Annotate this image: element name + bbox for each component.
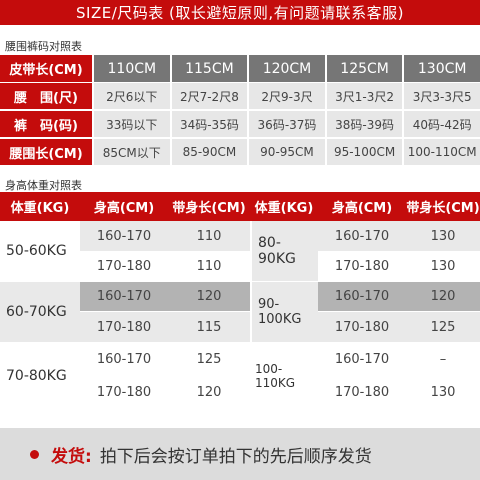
row-label: 裤 码(码) bbox=[0, 111, 92, 137]
weight-group-label: 50-60KG bbox=[0, 221, 80, 281]
table-cell: 110 bbox=[168, 221, 250, 251]
table-cell: 170-180 bbox=[80, 312, 168, 342]
table-cell: 90-95CM bbox=[249, 139, 325, 165]
table-cell: 85CM以下 bbox=[94, 139, 170, 165]
body-section-label: 身高体重对照表 bbox=[5, 179, 82, 192]
table-cell: 3尺3-3尺5 bbox=[404, 83, 480, 109]
table-cell: – bbox=[406, 343, 480, 376]
table-cell: 110CM bbox=[94, 55, 170, 82]
table-body: 50-60KG 160-170 110 170-180 110 60-70KG … bbox=[0, 221, 480, 409]
table-cell: 100-110CM bbox=[404, 139, 480, 165]
table-cell: 130 bbox=[406, 221, 480, 251]
table-cell: 2尺6以下 bbox=[94, 83, 170, 109]
shipping-text: 拍下后会按订单拍下的先后顺序发货 bbox=[99, 446, 372, 467]
weight-group-label: 70-80KG bbox=[0, 343, 80, 409]
table-cell: 160-170 bbox=[80, 282, 168, 311]
table-cell: 120 bbox=[168, 376, 250, 409]
table-cell: 170-180 bbox=[80, 376, 168, 409]
table-cell: 130 bbox=[406, 251, 480, 281]
table-cell: 40码-42码 bbox=[404, 111, 480, 137]
table-row: 皮带长(CM) 110CM 115CM 120CM 125CM 130CM bbox=[0, 55, 480, 82]
table-cell: 34码-35码 bbox=[171, 111, 248, 137]
table-cell: 110 bbox=[168, 251, 250, 281]
table-cell: 130CM bbox=[404, 55, 480, 82]
table-cell: 170-180 bbox=[318, 312, 406, 342]
table-cell: 170-180 bbox=[318, 376, 406, 409]
table-cell: 2尺7-2尺8 bbox=[171, 83, 248, 109]
weight-group-label: 100-110KG bbox=[252, 343, 318, 409]
table-cell: 130 bbox=[406, 376, 480, 409]
table-cell: 125 bbox=[168, 343, 250, 376]
table-cell: 120 bbox=[168, 282, 250, 311]
table-cell: 2尺9-3尺 bbox=[249, 83, 325, 109]
waist-size-table: 皮带长(CM) 110CM 115CM 120CM 125CM 130CM 腰 … bbox=[0, 55, 480, 167]
shipping-notice: 发货: 拍下后会按订单拍下的先后顺序发货 bbox=[0, 428, 480, 480]
table-cell: 95-100CM bbox=[326, 139, 403, 165]
table-header: 体重(KG) 身高(CM) 带身长(CM) 体重(KG) 身高(CM) 带身长(… bbox=[0, 192, 480, 221]
table-cell: 115CM bbox=[171, 55, 248, 82]
table-cell: 125 bbox=[406, 312, 480, 342]
table-cell: 120 bbox=[406, 282, 480, 311]
table-cell: 3尺1-3尺2 bbox=[326, 83, 403, 109]
table-cell: 120CM bbox=[249, 55, 325, 82]
column-header: 体重(KG) bbox=[0, 192, 80, 221]
weight-group-label: 90-100KG bbox=[252, 282, 318, 342]
table-cell: 85-90CM bbox=[171, 139, 248, 165]
row-label: 腰围长(CM) bbox=[0, 139, 92, 165]
table-row: 裤 码(码) 33码以下 34码-35码 36码-37码 38码-39码 40码… bbox=[0, 111, 480, 137]
column-header: 身高(CM) bbox=[80, 192, 168, 221]
table-cell: 125CM bbox=[326, 55, 403, 82]
column-header: 体重(KG) bbox=[250, 192, 318, 221]
column-header: 带身长(CM) bbox=[406, 192, 480, 221]
table-row: 腰围长(CM) 85CM以下 85-90CM 90-95CM 95-100CM … bbox=[0, 139, 480, 165]
table-cell: 160-170 bbox=[80, 343, 168, 376]
weight-group-label: 80-90KG bbox=[252, 221, 318, 281]
body-size-table: 体重(KG) 身高(CM) 带身长(CM) 体重(KG) 身高(CM) 带身长(… bbox=[0, 192, 480, 409]
bullet-dot-icon bbox=[30, 449, 39, 459]
row-label: 腰 围(尺) bbox=[0, 83, 92, 109]
table-cell: 160-170 bbox=[318, 282, 406, 311]
table-cell: 38码-39码 bbox=[326, 111, 403, 137]
row-label: 皮带长(CM) bbox=[0, 55, 92, 82]
table-cell: 33码以下 bbox=[94, 111, 170, 137]
weight-group-label: 60-70KG bbox=[0, 282, 80, 342]
table-cell: 160-170 bbox=[318, 343, 406, 376]
table-cell: 160-170 bbox=[318, 221, 406, 251]
table-cell: 170-180 bbox=[318, 251, 406, 281]
column-header: 身高(CM) bbox=[318, 192, 406, 221]
table-cell: 115 bbox=[168, 312, 250, 342]
table-cell: 36码-37码 bbox=[249, 111, 325, 137]
shipping-label: 发货: bbox=[51, 446, 92, 467]
waist-section-label: 腰围裤码对照表 bbox=[5, 40, 82, 53]
table-cell: 170-180 bbox=[80, 251, 168, 281]
page-title: SIZE/尺码表 (取长避短原则,有问题请联系客服) bbox=[0, 0, 480, 25]
table-row: 腰 围(尺) 2尺6以下 2尺7-2尺8 2尺9-3尺 3尺1-3尺2 3尺3-… bbox=[0, 83, 480, 109]
column-header: 带身长(CM) bbox=[168, 192, 250, 221]
table-cell: 160-170 bbox=[80, 221, 168, 251]
